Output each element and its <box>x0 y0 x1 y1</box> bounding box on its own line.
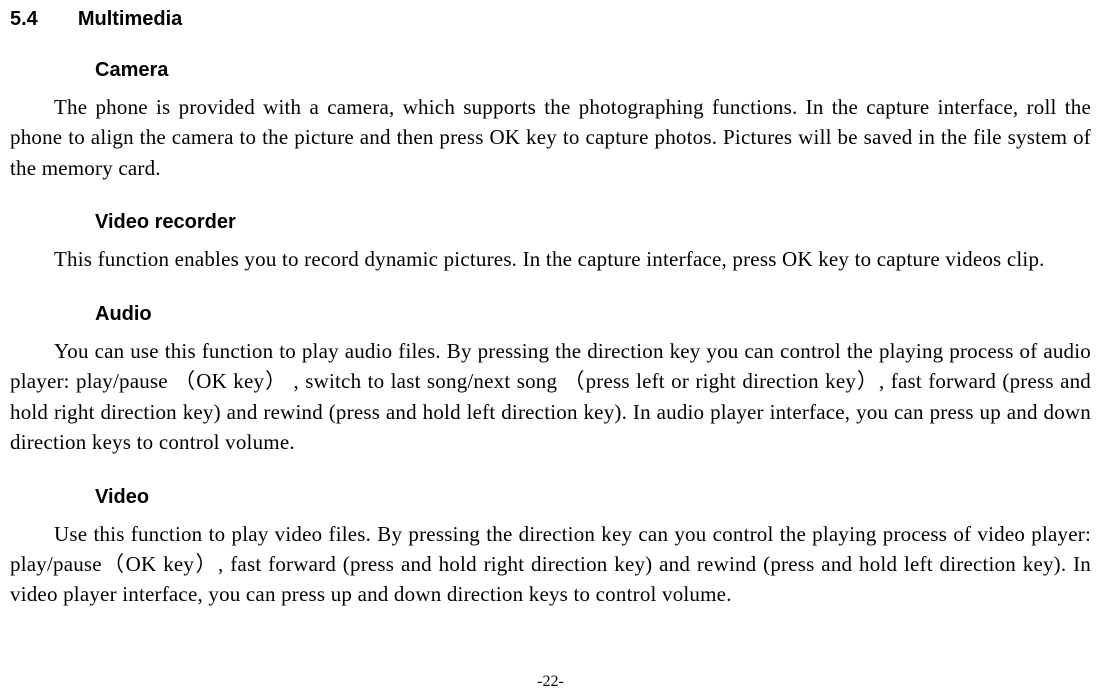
section-title: Multimedia <box>78 8 182 31</box>
subheading-audio: Audio <box>95 303 1091 326</box>
subheading-camera: Camera <box>95 59 1091 82</box>
section-header: 5.4 Multimedia <box>10 8 1091 31</box>
subheading-video: Video <box>95 486 1091 509</box>
paragraph-audio: You can use this function to play audio … <box>10 336 1091 458</box>
paragraph-video-recorder: This function enables you to record dyna… <box>10 244 1091 274</box>
page-number: -22- <box>537 673 564 691</box>
paragraph-video: Use this function to play video files. B… <box>10 519 1091 610</box>
section-number: 5.4 <box>10 8 38 31</box>
subheading-video-recorder: Video recorder <box>95 211 1091 234</box>
document-page: 5.4 Multimedia Camera The phone is provi… <box>0 8 1101 610</box>
paragraph-camera: The phone is provided with a camera, whi… <box>10 92 1091 183</box>
